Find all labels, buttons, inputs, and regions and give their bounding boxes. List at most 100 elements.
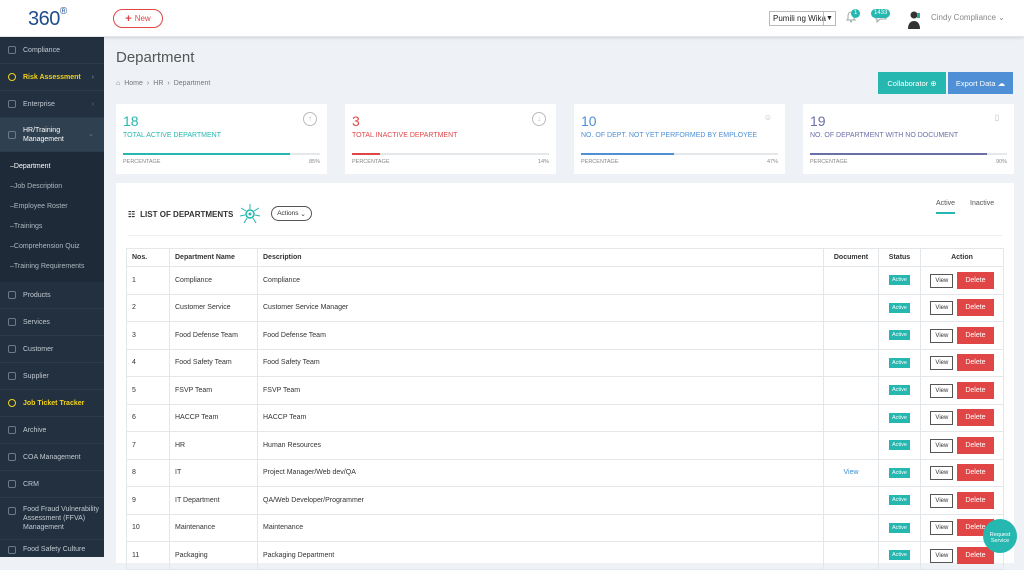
- document-icon: ▯: [994, 113, 1000, 122]
- sidebar-item-enterprise[interactable]: Enterprise ›: [0, 91, 104, 118]
- view-button[interactable]: View: [930, 273, 954, 288]
- sidebar-item-compliance[interactable]: Compliance: [0, 37, 104, 64]
- sidebar-item-coa-management[interactable]: COA Management: [0, 444, 104, 471]
- coa-icon: [8, 453, 16, 461]
- col-header-nos: Nos.: [126, 248, 170, 267]
- document-view-link[interactable]: View: [843, 469, 858, 476]
- top-bar: 360® + New Pumili ng Wika ▼ 1 1433 Cindy C…: [0, 0, 1024, 37]
- cell-status: Active: [878, 431, 921, 460]
- view-button[interactable]: View: [930, 411, 954, 426]
- chevron-right-icon: ›: [91, 73, 94, 81]
- cell-name: Maintenance: [169, 513, 258, 542]
- table-row: 1 Compliance Compliance Active View Delete: [126, 266, 1004, 295]
- breadcrumb-home[interactable]: Home: [124, 80, 143, 87]
- cell-document: [823, 431, 879, 460]
- percentage-value: 85%: [308, 159, 320, 165]
- page-title: Department: [116, 49, 195, 66]
- tab-inactive[interactable]: Inactive: [970, 200, 994, 212]
- sidebar-item-products[interactable]: Products: [0, 282, 104, 309]
- sidebar-sub-employee-roster[interactable]: – Employee Roster: [0, 196, 104, 216]
- sidebar-sub-department[interactable]: – Department: [0, 156, 104, 176]
- sidebar-item-crm[interactable]: CRM: [0, 471, 104, 498]
- stat-card-active: 18 TOTAL ACTIVE DEPARTMENT ↑ PERCENTAGE 8…: [116, 104, 327, 174]
- breadcrumb-hr[interactable]: HR: [153, 80, 163, 87]
- sidebar: Compliance Risk Assessment › Enterprise › …: [0, 37, 104, 557]
- stat-value: 3: [352, 113, 360, 129]
- view-button[interactable]: View: [930, 383, 954, 398]
- status-badge: Active: [889, 440, 910, 451]
- sidebar-item-services[interactable]: Services: [0, 309, 104, 336]
- sidebar-item-archive[interactable]: Archive: [0, 417, 104, 444]
- stat-label: TOTAL INACTIVE DEPARTMENT: [352, 132, 458, 139]
- status-badge: Active: [889, 522, 910, 533]
- request-service-button[interactable]: Request Service: [983, 519, 1017, 553]
- delete-button[interactable]: Delete: [957, 464, 994, 482]
- cell-action: View Delete: [920, 431, 1004, 460]
- sidebar-item-hr-training[interactable]: HR/Training Management ⌄: [0, 118, 104, 152]
- arrow-down-circle-icon: ↓: [532, 112, 546, 126]
- view-button[interactable]: View: [930, 438, 954, 453]
- view-button[interactable]: View: [930, 493, 954, 508]
- cloud-upload-icon: ☁: [997, 78, 1006, 88]
- sidebar-sub-comprehension-quiz[interactable]: – Comprehension Quiz: [0, 236, 104, 256]
- language-select[interactable]: Pumili ng Wika ▼: [769, 11, 836, 26]
- sidebar-item-customer[interactable]: Customer: [0, 336, 104, 363]
- view-button[interactable]: View: [930, 301, 954, 316]
- tab-active[interactable]: Active: [936, 200, 956, 214]
- delete-button[interactable]: Delete: [957, 381, 994, 399]
- cell-no: 4: [126, 348, 170, 377]
- stat-value: 10: [581, 113, 597, 129]
- delete-button[interactable]: Delete: [957, 354, 994, 372]
- avatar[interactable]: [906, 10, 922, 29]
- cell-no: 3: [126, 321, 170, 350]
- cell-document: [823, 376, 879, 405]
- cell-name: Compliance: [169, 266, 258, 295]
- cell-status: Active: [878, 541, 921, 570]
- cell-name: FSVP Team: [169, 376, 258, 405]
- sidebar-item-risk-assessment[interactable]: Risk Assessment ›: [0, 64, 104, 91]
- view-button[interactable]: View: [930, 466, 954, 481]
- cell-document: [823, 348, 879, 377]
- delete-button[interactable]: Delete: [957, 271, 994, 289]
- sidebar-item-ffva[interactable]: Food Fraud Vulnerability Assessment (FFV…: [0, 498, 104, 540]
- view-button[interactable]: View: [930, 356, 954, 371]
- enterprise-icon: [8, 100, 16, 108]
- hr-icon: [8, 130, 16, 139]
- stat-cards: 18 TOTAL ACTIVE DEPARTMENT ↑ PERCENTAGE 8…: [116, 104, 1014, 174]
- export-data-button[interactable]: Export Data ☁: [948, 72, 1013, 94]
- cell-document: [823, 293, 879, 322]
- stat-value: 18: [123, 113, 139, 129]
- delete-button[interactable]: Delete: [957, 299, 994, 317]
- sidebar-sub-trainings[interactable]: – Trainings: [0, 216, 104, 236]
- view-button[interactable]: View: [930, 328, 954, 343]
- app-logo[interactable]: 360®: [28, 6, 67, 31]
- sidebar-item-food-safety-culture[interactable]: Food Safety Culture: [0, 540, 104, 557]
- cell-action: View Delete: [920, 376, 1004, 405]
- sidebar-sub-job-description[interactable]: – Job Description: [0, 176, 104, 196]
- delete-button[interactable]: Delete: [957, 491, 994, 509]
- cell-description: QA/Web Developer/Programmer: [257, 486, 824, 515]
- notification-badge: 1: [851, 9, 861, 18]
- cell-description: HACCP Team: [257, 403, 824, 432]
- cell-document: View: [823, 458, 879, 487]
- compliance-icon: [8, 46, 16, 54]
- delete-button[interactable]: Delete: [957, 436, 994, 454]
- view-button[interactable]: View: [930, 548, 954, 563]
- sidebar-item-supplier[interactable]: Supplier: [0, 363, 104, 390]
- sidebar-sub-training-requirements[interactable]: – Training Requirements: [0, 256, 104, 276]
- user-menu[interactable]: Cindy Compliance ⌄: [931, 13, 1005, 22]
- stat-card-no-document: 19 NO. OF DEPARTMENT WITH NO DOCUMENT ▯ …: [803, 104, 1014, 174]
- products-icon: [8, 291, 16, 299]
- collaborator-button[interactable]: Collaborator ⊕: [878, 72, 946, 94]
- stat-label: NO. OF DEPT. NOT YET PERFORMED BY EMPLOY…: [581, 132, 758, 139]
- delete-button[interactable]: Delete: [957, 409, 994, 427]
- delete-button[interactable]: Delete: [957, 546, 994, 564]
- sidebar-item-job-ticket-tracker[interactable]: Job Ticket Tracker: [0, 390, 104, 417]
- cell-action: View Delete: [920, 266, 1004, 295]
- actions-dropdown[interactable]: Actions ⌄: [271, 206, 312, 221]
- new-button[interactable]: + New: [113, 9, 163, 28]
- view-button[interactable]: View: [930, 521, 954, 536]
- delete-button[interactable]: Delete: [957, 326, 994, 344]
- cell-description: Food Safety Team: [257, 348, 824, 377]
- supplier-icon: [8, 372, 16, 380]
